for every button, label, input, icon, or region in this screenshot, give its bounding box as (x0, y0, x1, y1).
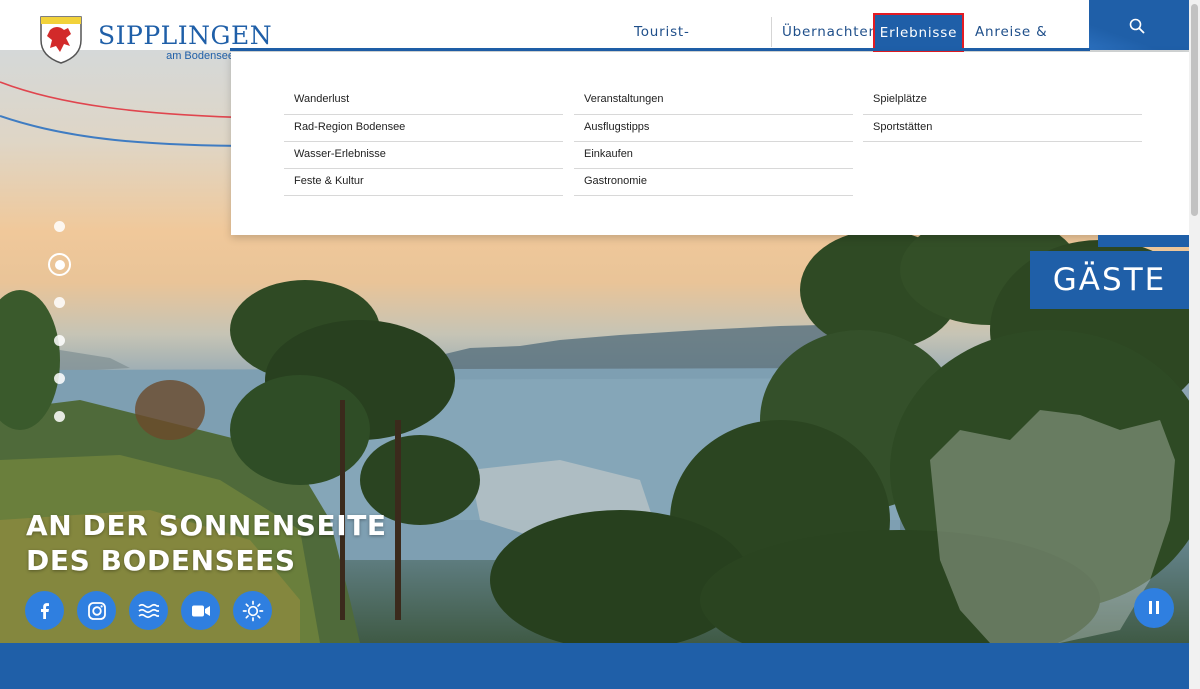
search-icon (1129, 18, 1145, 34)
headline-line-2: DES BODENSEES (26, 544, 296, 577)
menu-item-feste-kultur[interactable]: Feste & Kultur (284, 169, 563, 196)
header-underline (230, 48, 1090, 51)
nav-tourist-information[interactable]: Tourist-Information (634, 13, 762, 78)
nav-separator (771, 17, 772, 47)
erlebnisse-mega-menu: Wanderlust Rad-Region Bodensee Wasser-Er… (231, 52, 1189, 235)
menu-item-spielplaetze[interactable]: Spielplätze (863, 87, 1142, 115)
slider-pause-button[interactable] (1134, 588, 1174, 628)
slider-dot[interactable] (54, 297, 65, 308)
menu-item-gastronomie[interactable]: Gastronomie (574, 169, 853, 196)
menu-column-2: Veranstaltungen Ausflugstipps Einkaufen … (574, 87, 853, 196)
slider-dot[interactable] (54, 373, 65, 384)
slider-dot[interactable] (54, 221, 65, 232)
instagram-icon (87, 601, 106, 620)
site-header: SIPPLINGEN am Bodensee Tourist-Informati… (0, 0, 1189, 78)
slider-dot-active[interactable] (48, 253, 71, 276)
gaeste-button[interactable]: GÄSTE (1030, 251, 1189, 309)
waves-icon (137, 603, 159, 618)
facebook-icon (40, 602, 49, 619)
nav-anreise-mobil[interactable]: Anreise & Mobil (975, 13, 1085, 78)
menu-item-veranstaltungen[interactable]: Veranstaltungen (574, 87, 853, 115)
menu-item-ausflugstipps[interactable]: Ausflugstipps (574, 115, 853, 142)
instagram-button[interactable] (77, 591, 116, 630)
hero-headline: AN DER SONNENSEITE DES BODENSEES (26, 508, 387, 578)
content-section-band (0, 643, 1189, 689)
menu-item-rad-region-bodensee[interactable]: Rad-Region Bodensee (284, 115, 563, 142)
waves-button[interactable] (129, 591, 168, 630)
sun-icon (242, 600, 263, 621)
search-button[interactable] (1089, 0, 1189, 50)
main-navigation: Tourist-Information Übernachten Erlebnis… (0, 13, 1100, 78)
menu-item-einkaufen[interactable]: Einkaufen (574, 142, 853, 169)
pause-icon (1147, 599, 1161, 618)
menu-column-1: Wanderlust Rad-Region Bodensee Wasser-Er… (284, 87, 563, 196)
menu-item-wanderlust[interactable]: Wanderlust (284, 87, 563, 115)
nav-uebernachten[interactable]: Übernachten (782, 13, 877, 51)
slider-dot[interactable] (54, 411, 65, 422)
slider-dot[interactable] (54, 335, 65, 346)
video-camera-icon (191, 605, 210, 616)
facebook-button[interactable] (25, 591, 64, 630)
nav-erlebnisse[interactable]: Erlebnisse (873, 13, 964, 53)
weather-button[interactable] (233, 591, 272, 630)
webcam-button[interactable] (181, 591, 220, 630)
menu-column-3: Spielplätze Sportstätten (863, 87, 1142, 142)
headline-line-1: AN DER SONNENSEITE (26, 509, 387, 542)
menu-item-wasser-erlebnisse[interactable]: Wasser-Erlebnisse (284, 142, 563, 169)
gaeste-tab-accent (1098, 235, 1189, 247)
page-scrollbar[interactable] (1189, 0, 1200, 689)
scrollbar-thumb[interactable] (1191, 4, 1198, 216)
menu-item-sportstaetten[interactable]: Sportstätten (863, 115, 1142, 142)
